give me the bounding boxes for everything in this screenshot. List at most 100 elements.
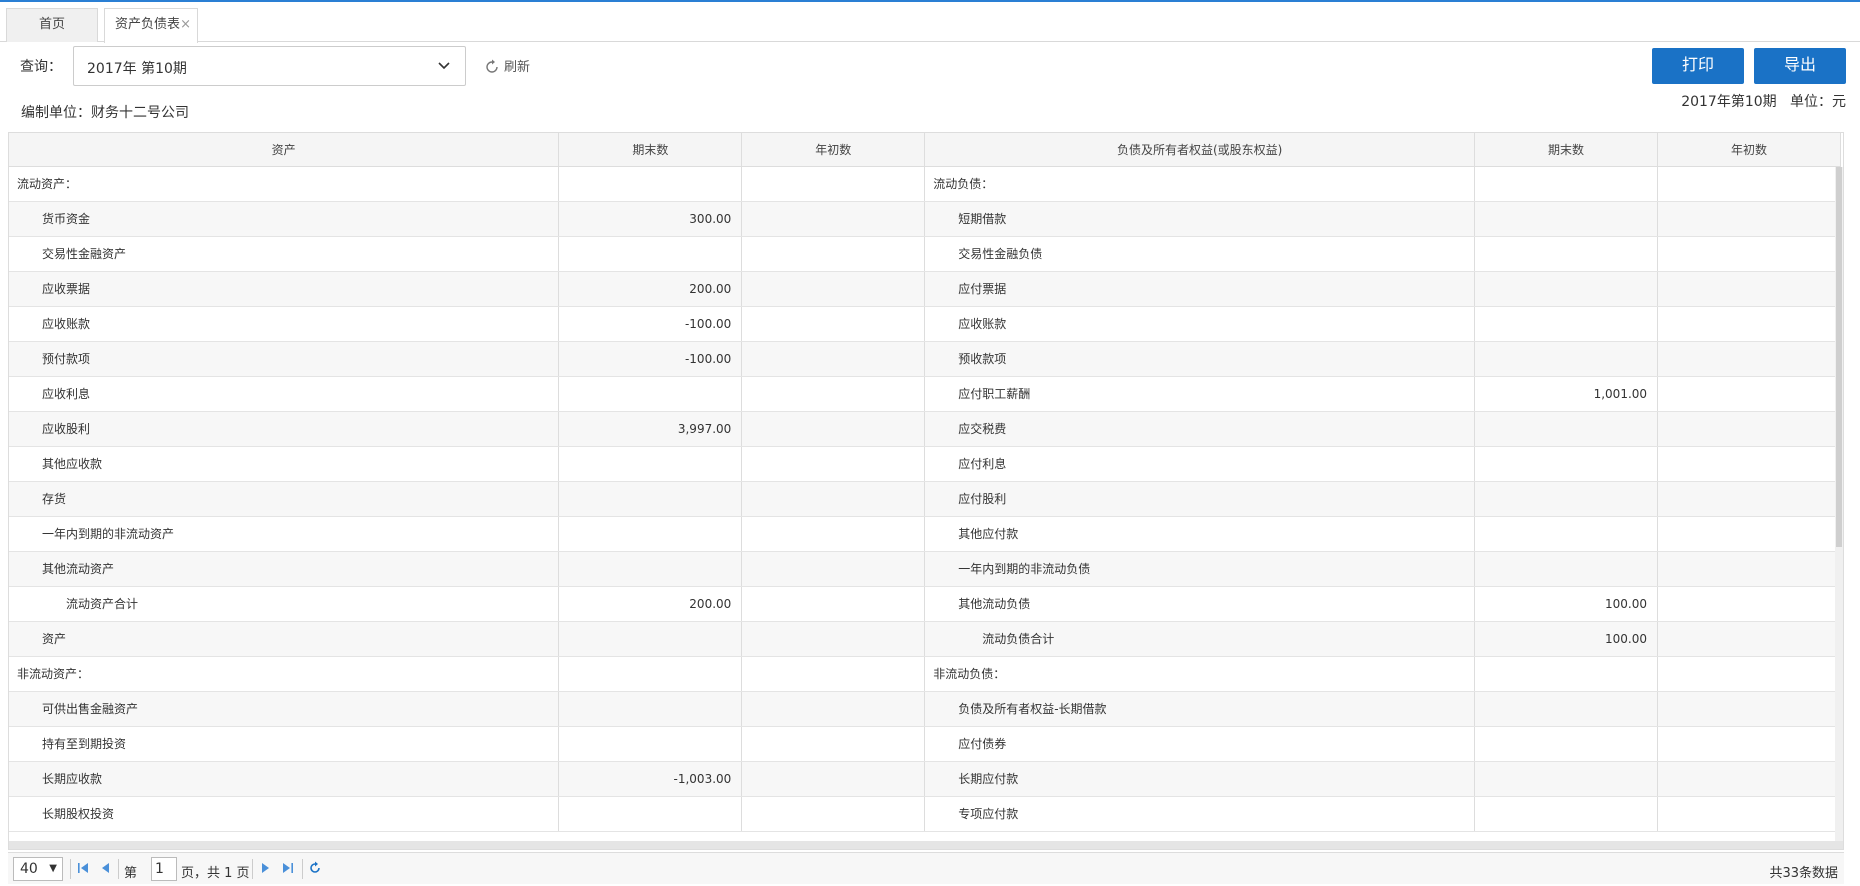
asset-name-cell: 可供出售金融资产: [9, 691, 560, 727]
asset-end-value-cell: [558, 551, 743, 587]
asset-begin-value-cell: [741, 341, 926, 377]
asset-end-value-cell: 200.00: [558, 586, 743, 622]
table-row[interactable]: 非流动资产： 非流动负债：: [9, 656, 1841, 692]
asset-end-value-cell: -100.00: [558, 306, 743, 342]
liability-name-cell: 应付利息: [924, 446, 1476, 482]
reload-icon[interactable]: [308, 861, 322, 875]
liability-name-cell: 负债及所有者权益-长期借款: [924, 691, 1476, 727]
table-row[interactable]: 交易性金融资产 交易性金融负债: [9, 236, 1841, 272]
table-row[interactable]: 应收账款 -100.00 应收账款: [9, 306, 1841, 342]
page-count-text: 页，共 1 页: [181, 866, 250, 881]
liability-end-value-cell: [1474, 516, 1659, 552]
table-row[interactable]: 应收票据 200.00 应付票据: [9, 271, 1841, 307]
asset-begin-value-cell: [741, 306, 926, 342]
liability-name-cell: 其他流动负债: [924, 586, 1476, 622]
liability-begin-value-cell: [1657, 761, 1841, 797]
liability-end-value-cell: [1474, 166, 1659, 202]
asset-begin-value-cell: [741, 691, 926, 727]
asset-name-cell: 长期股权投资: [9, 796, 560, 832]
asset-end-value-cell: [558, 726, 743, 762]
divider: [302, 859, 303, 879]
asset-begin-value-cell: [741, 516, 926, 552]
page-size-select[interactable]: 40 ▼: [13, 857, 63, 881]
liability-name-cell: 非流动负债：: [924, 656, 1476, 692]
liability-end-value-cell: [1474, 271, 1659, 307]
liability-name-cell: 流动负债：: [924, 166, 1476, 202]
page-number-input[interactable]: 1: [151, 857, 177, 881]
liability-name-cell: 应收账款: [924, 306, 1476, 342]
liability-end-value-cell: [1474, 761, 1659, 797]
asset-name-cell: 应收利息: [9, 376, 560, 412]
asset-begin-value-cell: [741, 621, 926, 657]
liability-name-cell: 专项应付款: [924, 796, 1476, 832]
liability-begin-value-cell: [1657, 621, 1841, 657]
asset-end-value-cell: [558, 446, 743, 482]
liability-end-value-cell: [1474, 236, 1659, 272]
refresh-icon: [486, 59, 498, 73]
liability-begin-value-cell: [1657, 796, 1841, 832]
table-row[interactable]: 流动资产： 流动负债：: [9, 166, 1841, 202]
vertical-scrollbar[interactable]: [1835, 167, 1843, 849]
table-row[interactable]: 其他流动资产 一年内到期的非流动负债: [9, 551, 1841, 587]
asset-end-value-cell: [558, 516, 743, 552]
asset-name-cell: 非流动资产：: [9, 656, 560, 692]
liability-begin-value-cell: [1657, 726, 1841, 762]
close-icon[interactable]: ×: [180, 9, 191, 41]
liability-end-value-cell: [1474, 201, 1659, 237]
asset-name-cell: 流动资产：: [9, 166, 560, 202]
divider: [70, 859, 71, 879]
table-row[interactable]: 货币资金 300.00 短期借款: [9, 201, 1841, 237]
table-row[interactable]: 可供出售金融资产 负债及所有者权益-长期借款: [9, 691, 1841, 727]
table-row[interactable]: 持有至到期投资 应付债券: [9, 726, 1841, 762]
tab-balance-sheet-label: 资产负债表: [115, 17, 181, 32]
table-row[interactable]: 预付款项 -100.00 预收款项: [9, 341, 1841, 377]
query-bar: 查询： 2017年 第10期 刷新 打印 导出: [0, 46, 1860, 86]
horizontal-scrollbar[interactable]: [9, 841, 1843, 849]
liability-end-value-cell: [1474, 481, 1659, 517]
liability-begin-value-cell: [1657, 516, 1841, 552]
period-select[interactable]: 2017年 第10期: [73, 46, 466, 86]
reporting-unit: 编制单位：财务十二号公司: [21, 105, 189, 121]
table-row[interactable]: 一年内到期的非流动资产 其他应付款: [9, 516, 1841, 552]
asset-begin-value-cell: [741, 236, 926, 272]
liability-end-value-cell: 1,001.00: [1474, 376, 1659, 412]
total-records: 共33条数据: [1769, 866, 1838, 881]
liability-name-cell: 其他应付款: [924, 516, 1476, 552]
asset-name-cell: 一年内到期的非流动资产: [9, 516, 560, 552]
asset-end-value-cell: [558, 656, 743, 692]
asset-end-value-cell: 300.00: [558, 201, 743, 237]
next-page-icon[interactable]: [259, 861, 273, 875]
tab-balance-sheet[interactable]: 资产负债表 ×: [104, 8, 198, 43]
table-row[interactable]: 长期应收款 -1,003.00 长期应付款: [9, 761, 1841, 797]
liability-begin-value-cell: [1657, 201, 1841, 237]
liability-begin-value-cell: [1657, 551, 1841, 587]
export-button[interactable]: 导出: [1754, 48, 1846, 84]
liability-name-cell: 短期借款: [924, 201, 1476, 237]
page-prefix: 第: [124, 866, 138, 881]
liability-begin-value-cell: [1657, 166, 1841, 202]
tab-home[interactable]: 首页: [6, 8, 98, 42]
asset-begin-value-cell: [741, 481, 926, 517]
asset-end-value-cell: [558, 376, 743, 412]
asset-begin-value-cell: [741, 446, 926, 482]
table-row[interactable]: 应收利息 应付职工薪酬 1,001.00: [9, 376, 1841, 412]
asset-end-value-cell: [558, 796, 743, 832]
refresh-button[interactable]: 刷新: [484, 56, 530, 75]
table-row[interactable]: 流动资产合计 200.00 其他流动负债 100.00: [9, 586, 1841, 622]
liability-begin-value-cell: [1657, 691, 1841, 727]
last-page-icon[interactable]: [281, 861, 295, 875]
first-page-icon[interactable]: [76, 861, 90, 875]
asset-end-value-cell: [558, 621, 743, 657]
refresh-label: 刷新: [504, 60, 531, 75]
table-row[interactable]: 其他应收款 应付利息: [9, 446, 1841, 482]
table-row[interactable]: 存货 应付股利: [9, 481, 1841, 517]
prev-page-icon[interactable]: [98, 861, 112, 875]
query-label: 查询：: [20, 59, 62, 75]
table-row[interactable]: 应收股利 3,997.00 应交税费: [9, 411, 1841, 447]
asset-begin-value-cell: [741, 201, 926, 237]
vertical-scrollbar-thumb[interactable]: [1836, 167, 1842, 547]
table-row[interactable]: 长期股权投资 专项应付款: [9, 796, 1841, 832]
table-row[interactable]: 资产 流动负债合计 100.00: [9, 621, 1841, 657]
print-button[interactable]: 打印: [1652, 48, 1744, 84]
asset-begin-value-cell: [741, 726, 926, 762]
